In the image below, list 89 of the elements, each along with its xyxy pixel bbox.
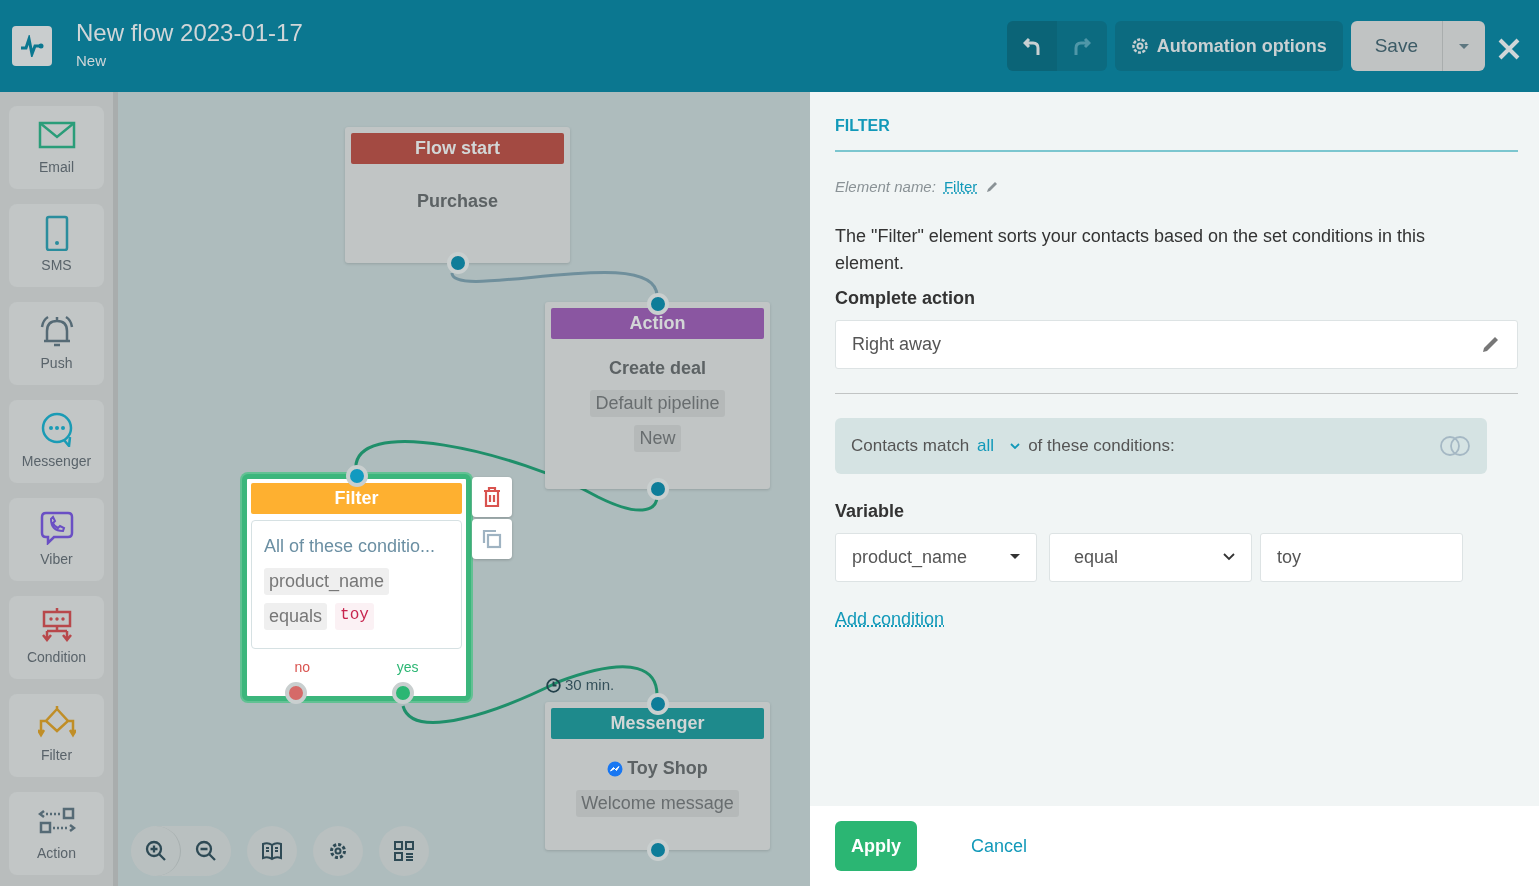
node-header: Filter: [251, 483, 462, 514]
field-value: Right away: [852, 332, 942, 356]
tile-label: SMS: [41, 256, 72, 275]
node-header: Messenger: [551, 708, 764, 739]
complete-action-field[interactable]: Right away: [835, 319, 1518, 369]
book-button[interactable]: [247, 826, 297, 876]
book-icon: [261, 840, 283, 862]
output-label: yes: [396, 658, 419, 677]
trash-icon: [483, 487, 501, 507]
sidebar-tile[interactable]: Viber: [9, 498, 104, 581]
flow-node[interactable]: Messenger Toy Shop Welcome message: [545, 702, 770, 850]
automation-options-button[interactable]: Automation options: [1114, 21, 1343, 71]
layout-button[interactable]: [379, 826, 429, 876]
value-input[interactable]: toy: [1260, 532, 1463, 582]
gear-icon: [1130, 37, 1149, 55]
undo-arrow-icon: [1022, 36, 1041, 57]
flow-title: New flow 2023-01-17: [76, 19, 304, 46]
sidebar-tile[interactable]: SMS: [9, 204, 104, 287]
element-name-label: Element name:: [835, 177, 936, 197]
node-header: Flow start: [351, 133, 564, 164]
copy-icon: [482, 529, 502, 549]
apply-button[interactable]: Apply: [835, 821, 917, 871]
sidebar-tile[interactable]: Condition: [9, 596, 104, 679]
sidebar-tile[interactable]: Email: [9, 106, 104, 189]
tile-label: Viber: [40, 550, 73, 569]
pencil-icon[interactable]: [985, 180, 1000, 195]
sidebar-tile[interactable]: Push: [9, 302, 104, 385]
zoom-in-icon: [144, 840, 167, 862]
cancel-button[interactable]: Cancel: [965, 831, 1034, 861]
grid-icon: [393, 840, 415, 862]
sidebar-tile[interactable]: Action: [9, 792, 104, 875]
tile-label: Condition: [26, 648, 87, 667]
condition-tag: toy: [335, 603, 374, 630]
tile-label: Push: [40, 354, 73, 373]
zoom-out-icon: [195, 840, 217, 862]
pencil-icon[interactable]: [1481, 334, 1501, 354]
save-button[interactable]: Save: [1350, 21, 1442, 71]
match-dropdown[interactable]: all: [977, 432, 1021, 459]
flow-node[interactable]: Action Create deal Default pipeline New: [545, 302, 770, 489]
select-value: equal: [1073, 545, 1119, 569]
condition-summary: All of these conditio...: [264, 535, 437, 558]
node-tag: Default pipeline: [590, 390, 725, 417]
tile-label: Messenger: [21, 452, 92, 471]
settings-button[interactable]: [313, 826, 363, 876]
condition-tag: equals: [264, 603, 328, 630]
filter-node[interactable]: Filter All of these conditio... product_name equals toy no yes: [242, 474, 471, 701]
add-condition-link[interactable]: Add condition: [835, 605, 945, 633]
element-name-link[interactable]: Filter: [943, 176, 978, 199]
node-header: Action: [551, 308, 764, 339]
description-text: The "Filter" element sorts your contacts based on the set conditions in this element.: [835, 224, 1427, 275]
sidebar-tile[interactable]: Messenger: [9, 400, 104, 483]
logo-icon: [12, 26, 52, 66]
sidebar-tile[interactable]: Filter: [9, 694, 104, 777]
match-prefix: Contacts match: [851, 434, 970, 457]
node-tag: New: [634, 425, 681, 452]
section-label: Complete action: [835, 286, 977, 310]
chevron-down-icon: [1223, 553, 1235, 561]
flow-status: New: [76, 50, 107, 71]
caret-icon: [1010, 554, 1020, 560]
input-port[interactable]: [345, 465, 368, 487]
match-suffix: of these conditions:: [1028, 434, 1176, 457]
tile-label: Action: [37, 844, 76, 863]
node-tag: Welcome message: [576, 790, 739, 817]
output-label: no: [294, 658, 310, 677]
close-icon: [1497, 37, 1521, 61]
clock-icon: [546, 677, 561, 693]
copy-button[interactable]: [472, 519, 512, 559]
variable-select[interactable]: product_name: [835, 532, 1037, 582]
settings-icon: [327, 840, 349, 862]
messenger-icon: [607, 760, 624, 777]
operator-select[interactable]: equal: [1049, 532, 1252, 582]
select-value: product_name: [852, 545, 968, 570]
tile-label: Filter: [40, 746, 73, 765]
caret-icon: [1459, 43, 1469, 50]
condition-tag: product_name: [264, 568, 390, 595]
delete-button[interactable]: [472, 477, 512, 517]
delay-label: 30 min.: [565, 675, 615, 695]
flow-node[interactable]: Flow start Purchase: [345, 127, 570, 263]
input-port[interactable]: [646, 293, 669, 315]
panel-title: FILTER: [835, 114, 1518, 152]
input-port[interactable]: [646, 693, 669, 715]
undo-button[interactable]: [1006, 21, 1057, 71]
node-text: Purchase: [416, 190, 498, 213]
tile-label: Email: [39, 158, 74, 177]
redo-arrow-icon: [1072, 36, 1091, 57]
node-text: Toy Shop: [627, 757, 708, 780]
node-text: Create deal: [608, 357, 707, 380]
chevron-down-icon: [1010, 442, 1021, 449]
section-label: Variable: [835, 499, 906, 523]
